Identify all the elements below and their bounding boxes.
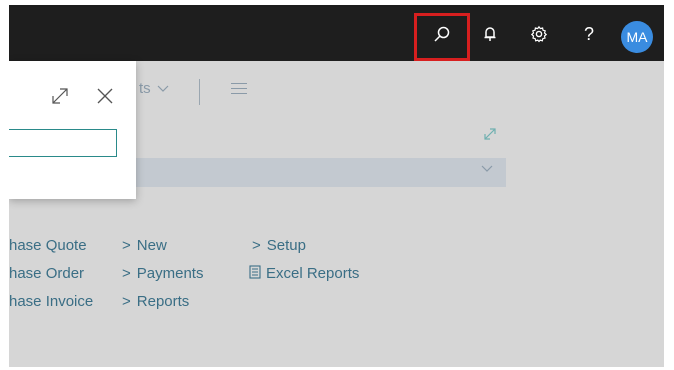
bell-icon[interactable] — [476, 19, 504, 49]
link-reports-label: Reports — [136, 293, 190, 310]
link-purchase-quote[interactable]: hase Quote — [9, 237, 87, 254]
report-icon — [249, 265, 261, 279]
actions-menu-partial[interactable]: ts — [139, 80, 169, 97]
hamburger-icon[interactable] — [231, 83, 247, 95]
search-highlight-box — [414, 13, 470, 61]
link-new-label: New — [136, 237, 167, 254]
main-content: ts hase Quote hase Order hase Invoice > N… — [9, 61, 664, 367]
chevron-right-icon: > — [122, 293, 131, 310]
app-frame: ? MA ts hase Quote hase Order hase Invoi… — [9, 5, 664, 367]
link-setup[interactable]: > Setup — [252, 237, 306, 254]
link-purchase-invoice[interactable]: hase Invoice — [9, 293, 93, 310]
help-glyph: ? — [583, 23, 594, 44]
help-icon[interactable]: ? — [575, 19, 603, 49]
chevron-down-icon — [157, 85, 169, 92]
expand-icon[interactable] — [483, 127, 497, 141]
link-purchase-order[interactable]: hase Order — [9, 265, 84, 282]
link-setup-label: Setup — [266, 237, 306, 254]
excel-reports-label: Excel Reports — [266, 265, 360, 282]
search-input[interactable] — [9, 129, 117, 157]
avatar[interactable]: MA — [621, 21, 653, 53]
actions-menu-label: ts — [139, 80, 151, 97]
link-excel-reports[interactable]: Excel Reports — [249, 265, 359, 282]
link-payments-label: Payments — [136, 265, 204, 282]
link-new[interactable]: > New — [122, 237, 167, 254]
chevron-down-icon[interactable] — [481, 165, 493, 173]
panel-close-icon[interactable] — [93, 84, 117, 108]
top-bar: ? MA — [9, 7, 664, 61]
chevron-right-icon: > — [252, 237, 261, 254]
link-payments[interactable]: > Payments — [122, 265, 203, 282]
panel-expand-icon[interactable] — [48, 84, 72, 108]
chevron-right-icon: > — [122, 237, 131, 254]
avatar-initials: MA — [626, 29, 648, 45]
toolbar-divider — [199, 79, 200, 105]
gear-icon[interactable] — [525, 19, 553, 49]
chevron-right-icon: > — [122, 265, 131, 282]
link-reports[interactable]: > Reports — [122, 293, 189, 310]
search-panel — [9, 61, 136, 199]
